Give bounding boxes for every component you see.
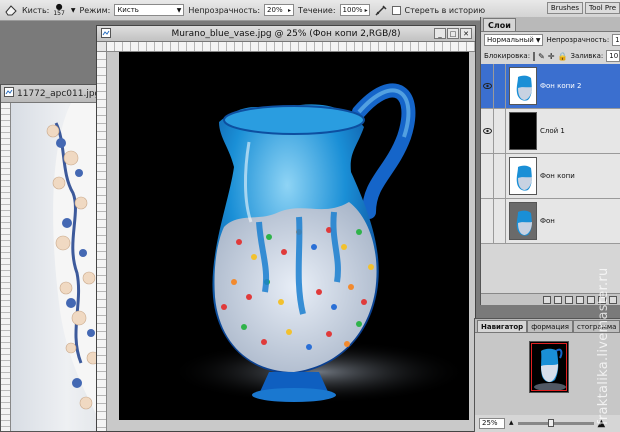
eye-icon[interactable] xyxy=(481,109,494,153)
link-column[interactable] xyxy=(494,154,506,198)
document-title: Murano_blue_vase.jpg @ 25% (Фон копи 2,R… xyxy=(171,28,401,39)
flow-value: 100% xyxy=(342,6,363,14)
lock-label: Блокировка: xyxy=(484,52,531,60)
layers-panel: Слои Нормальный ▼ Непрозрачность: 10 Бло… xyxy=(480,17,620,305)
layer-row[interactable]: Слой 1 xyxy=(481,109,620,154)
layer-thumbnail xyxy=(509,157,537,195)
new-group-icon[interactable] xyxy=(587,295,595,304)
layers-panel-tabs: Слои xyxy=(481,17,620,32)
murano-vase-image xyxy=(169,83,469,404)
opacity-arrow-icon[interactable]: ▸ xyxy=(288,7,291,14)
fill-value: 10 xyxy=(609,52,619,60)
navigator-view-box[interactable] xyxy=(531,343,567,391)
layer-mask-icon[interactable] xyxy=(565,295,573,304)
layer-thumbnail xyxy=(509,202,537,240)
brush-preset-picker[interactable]: ● 157 xyxy=(53,2,65,18)
fill-input[interactable]: 10 xyxy=(606,50,620,62)
layer-name: Фон копи 2 xyxy=(540,82,582,90)
link-layers-icon[interactable] xyxy=(543,295,551,304)
layers-blend-row: Нормальный ▼ Непрозрачность: 10 xyxy=(481,32,620,48)
eye-icon[interactable] xyxy=(481,64,494,108)
tab-info[interactable]: формация xyxy=(527,320,573,332)
eraser-tool-icon[interactable] xyxy=(4,3,18,17)
close-button[interactable]: ✕ xyxy=(460,28,472,39)
mode-value: Кисть xyxy=(117,6,139,14)
document-window-main[interactable]: Murano_blue_vase.jpg @ 25% (Фон копи 2,R… xyxy=(96,25,476,432)
brush-label: Кисть: xyxy=(22,5,50,15)
visibility-toggle[interactable] xyxy=(481,154,494,198)
zoom-input[interactable]: 25% xyxy=(479,417,505,429)
layer-row[interactable]: Фон копи xyxy=(481,154,620,199)
adjustment-layer-icon[interactable] xyxy=(576,295,584,304)
ruler-origin[interactable] xyxy=(97,42,107,52)
chevron-down-icon: ▼ xyxy=(535,36,541,44)
visibility-toggle[interactable] xyxy=(481,199,494,243)
erase-history-checkbox[interactable] xyxy=(391,5,401,15)
zoom-slider[interactable] xyxy=(517,418,594,427)
watermark: fraktalika.livemaster.ru xyxy=(596,267,611,425)
horizontal-ruler xyxy=(107,42,475,52)
lock-pixels-icon[interactable]: ✎ xyxy=(538,52,545,61)
opacity-value: 20% xyxy=(267,6,283,14)
layer-opacity-label: Непрозрачность: xyxy=(546,36,610,44)
zoom-slider-handle[interactable] xyxy=(547,418,554,427)
vertical-ruler xyxy=(1,103,11,431)
layer-thumbnail xyxy=(509,112,537,150)
layer-opacity-input[interactable]: 10 xyxy=(612,34,620,46)
layer-name: Фон копи xyxy=(540,172,575,180)
brush-dropdown-icon[interactable]: ▼ xyxy=(71,7,76,14)
tab-navigator[interactable]: Навигатор xyxy=(477,320,528,332)
porcelain-vase-image xyxy=(11,103,104,431)
layer-list: Фон копи 2 Слой 1 Фон копи Фон xyxy=(481,64,620,244)
erase-history-label: Стереть в историю xyxy=(404,5,486,15)
layer-name: Фон xyxy=(540,217,555,225)
palette-well: Brushes Tool Pre xyxy=(546,2,620,14)
tab-layers[interactable]: Слои xyxy=(483,18,516,31)
image-canvas[interactable] xyxy=(119,52,469,420)
window-controls: _ □ ✕ xyxy=(434,28,472,39)
blend-mode-select[interactable]: Нормальный ▼ xyxy=(484,34,544,46)
opacity-label: Непрозрачность: xyxy=(188,5,261,15)
lock-all-icon[interactable]: 🔒 xyxy=(557,52,567,61)
layer-opacity-value: 10 xyxy=(615,36,620,44)
maximize-button[interactable]: □ xyxy=(447,28,459,39)
document-window-back[interactable]: 11772_apc011.jpg xyxy=(0,84,105,432)
mode-select[interactable]: Кисть ▼ xyxy=(114,4,185,16)
minimize-button[interactable]: _ xyxy=(434,28,446,39)
blend-mode-value: Нормальный xyxy=(487,36,534,44)
document-titlebar[interactable]: Murano_blue_vase.jpg @ 25% (Фон копи 2,R… xyxy=(97,26,475,42)
flow-arrow-icon[interactable]: ▸ xyxy=(365,7,368,14)
tab-brushes[interactable]: Brushes xyxy=(546,2,584,14)
layer-row[interactable]: Фон xyxy=(481,199,620,244)
opacity-input[interactable]: 20% ▸ xyxy=(264,4,295,16)
layers-lock-row: Блокировка: ✎ ✛ 🔒 Заливка: 10 xyxy=(481,48,620,64)
chevron-down-icon: ▼ xyxy=(176,6,182,14)
fill-label: Заливка: xyxy=(570,52,604,60)
lock-position-icon[interactable]: ✛ xyxy=(548,52,555,61)
mode-label: Режим: xyxy=(79,5,111,15)
zoom-value: 25% xyxy=(482,419,498,427)
brush-size: 157 xyxy=(53,10,65,17)
layer-row[interactable]: Фон копи 2 xyxy=(481,64,620,109)
zoom-out-icon[interactable]: ▴ xyxy=(509,418,514,428)
link-column[interactable] xyxy=(494,64,506,108)
link-column[interactable] xyxy=(494,199,506,243)
flow-input[interactable]: 100% ▸ xyxy=(339,4,370,16)
layer-name: Слой 1 xyxy=(540,127,565,135)
lock-transparency-icon[interactable] xyxy=(533,51,536,61)
layer-thumbnail xyxy=(509,67,537,105)
layer-style-icon[interactable] xyxy=(554,295,562,304)
link-column[interactable] xyxy=(494,109,506,153)
flow-label: Течение: xyxy=(298,5,336,15)
document-title: 11772_apc011.jpg xyxy=(17,88,101,99)
photoshop-doc-icon xyxy=(4,87,14,100)
airbrush-icon[interactable] xyxy=(374,3,388,17)
tab-tool-presets[interactable]: Tool Pre xyxy=(585,2,620,14)
document-titlebar[interactable]: 11772_apc011.jpg xyxy=(1,85,104,103)
brush-tip-icon: ● xyxy=(55,2,63,11)
vertical-ruler xyxy=(97,52,107,431)
